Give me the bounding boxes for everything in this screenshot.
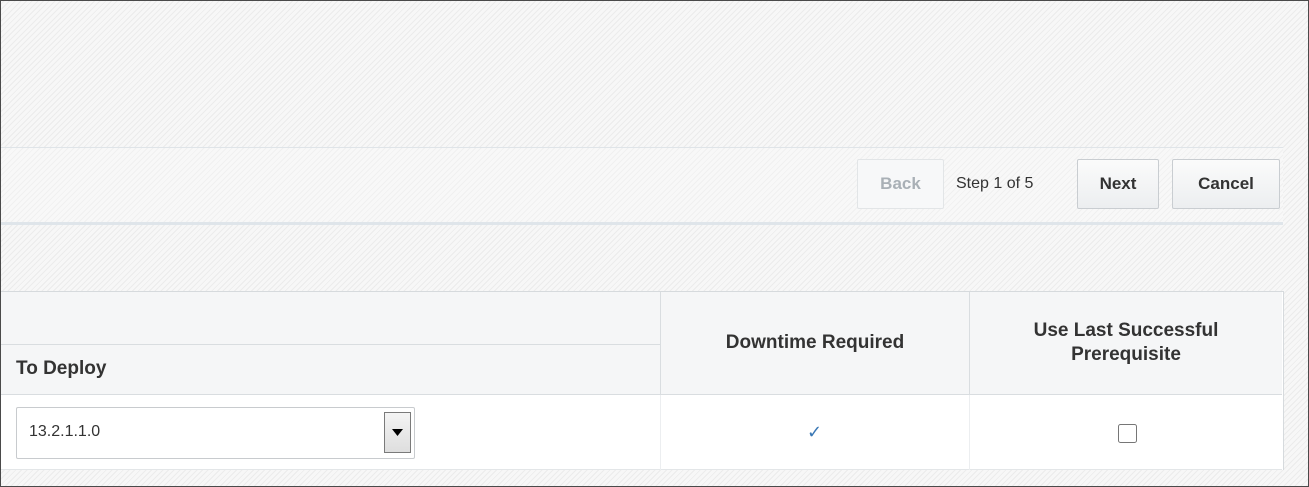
column-header-use-last-label: Use Last Successful Prerequisite — [1033, 320, 1219, 365]
step-indicator: Step 1 of 5 — [956, 175, 1034, 192]
column-header-to-deploy-label: To Deploy — [16, 358, 107, 379]
cell-divider — [969, 395, 970, 470]
column-header-downtime-label: Downtime Required — [725, 332, 905, 353]
table-row: 13.2.1.1.0 ✓ — [1, 395, 1282, 470]
cell-divider — [660, 395, 661, 470]
next-button[interactable]: Next — [1077, 159, 1159, 209]
deployment-table: To Deploy Downtime Required Use Last Suc… — [1, 291, 1284, 470]
version-select[interactable]: 13.2.1.1.0 — [16, 407, 415, 459]
column-header-downtime-required[interactable]: Downtime Required — [660, 292, 969, 395]
version-select-value: 13.2.1.1.0 — [29, 423, 101, 440]
use-last-successful-checkbox[interactable] — [1118, 424, 1137, 443]
column-group-header — [1, 292, 660, 344]
column-header-to-deploy[interactable]: To Deploy — [1, 344, 660, 395]
back-button[interactable]: Back — [857, 159, 944, 209]
column-header-use-last-successful[interactable]: Use Last Successful Prerequisite — [969, 292, 1282, 395]
chevron-down-icon[interactable] — [384, 412, 411, 453]
cancel-button[interactable]: Cancel — [1172, 159, 1280, 209]
check-icon: ✓ — [807, 422, 823, 442]
